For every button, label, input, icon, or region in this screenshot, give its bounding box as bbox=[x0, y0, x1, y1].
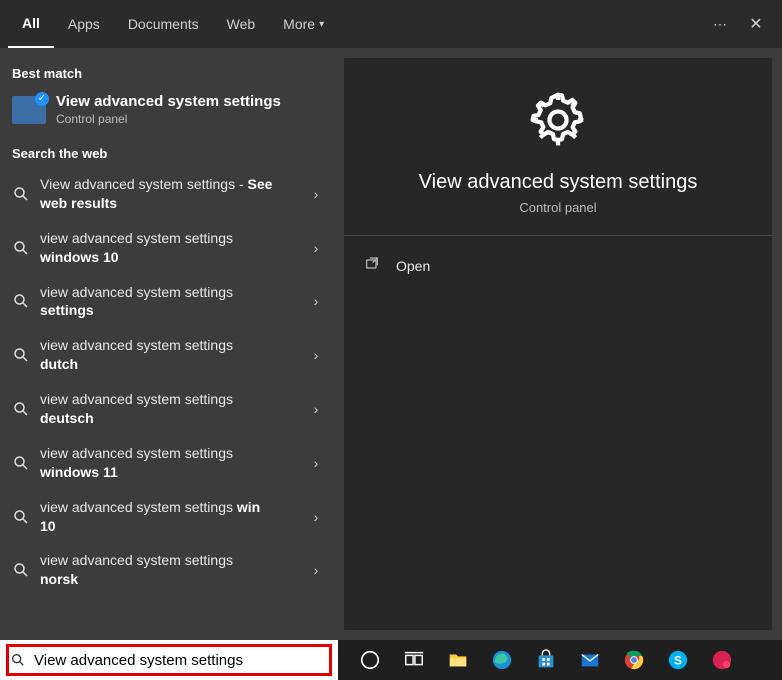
mail-icon[interactable] bbox=[578, 648, 602, 672]
preview-pane: View advanced system settings Control pa… bbox=[344, 58, 772, 630]
edge-icon[interactable] bbox=[490, 648, 514, 672]
skype-icon[interactable]: S bbox=[666, 648, 690, 672]
chevron-right-icon[interactable]: › bbox=[302, 401, 330, 417]
web-result-text: view advanced system settings settings bbox=[40, 283, 302, 321]
app-icon[interactable] bbox=[710, 648, 734, 672]
chevron-right-icon[interactable]: › bbox=[302, 293, 330, 309]
chevron-down-icon: ▾ bbox=[319, 19, 324, 30]
preview-subtitle: Control panel bbox=[519, 200, 596, 215]
tab-all[interactable]: All bbox=[8, 0, 54, 48]
tab-more[interactable]: More ▾ bbox=[269, 0, 338, 48]
close-icon[interactable]: ✕ bbox=[738, 14, 774, 34]
gear-icon bbox=[526, 88, 590, 157]
web-result-item[interactable]: view advanced system settings windows 10… bbox=[0, 221, 338, 275]
microsoft-store-icon[interactable] bbox=[534, 648, 558, 672]
web-result-text: View advanced system settings - See web … bbox=[40, 175, 302, 213]
results-list: Best match View advanced system settings… bbox=[0, 48, 338, 640]
web-result-text: view advanced system settings win 10 bbox=[40, 498, 302, 536]
more-options-icon[interactable]: ⋯ bbox=[702, 16, 738, 33]
taskbar-row: S bbox=[0, 640, 782, 680]
search-icon bbox=[0, 652, 30, 668]
web-result-item[interactable]: view advanced system settings win 10› bbox=[0, 490, 338, 544]
windows-search-panel: All Apps Documents Web More ▾ ⋯ ✕ Best m… bbox=[0, 0, 782, 640]
tab-apps[interactable]: Apps bbox=[54, 0, 114, 48]
task-view-icon[interactable] bbox=[402, 648, 426, 672]
web-result-text: view advanced system settings windows 11 bbox=[40, 444, 302, 482]
search-icon bbox=[12, 185, 30, 203]
search-box[interactable] bbox=[0, 640, 338, 680]
chrome-icon[interactable] bbox=[622, 648, 646, 672]
search-input[interactable] bbox=[30, 652, 338, 669]
tab-web[interactable]: Web bbox=[213, 0, 270, 48]
tab-documents[interactable]: Documents bbox=[114, 0, 213, 48]
section-search-web: Search the web bbox=[0, 136, 338, 167]
web-result-item[interactable]: view advanced system settings dutch› bbox=[0, 328, 338, 382]
chevron-right-icon[interactable]: › bbox=[302, 509, 330, 525]
open-icon bbox=[364, 256, 382, 275]
web-result-text: view advanced system settings dutch bbox=[40, 336, 302, 374]
web-result-text: view advanced system settings deutsch bbox=[40, 390, 302, 428]
chevron-right-icon[interactable]: › bbox=[302, 186, 330, 202]
svg-text:S: S bbox=[674, 654, 682, 668]
chevron-right-icon[interactable]: › bbox=[302, 455, 330, 471]
search-icon bbox=[12, 239, 30, 257]
tab-more-label: More bbox=[283, 16, 315, 32]
web-result-item[interactable]: view advanced system settings settings› bbox=[0, 275, 338, 329]
chevron-right-icon[interactable]: › bbox=[302, 347, 330, 363]
best-match-item[interactable]: View advanced system settings Control pa… bbox=[0, 87, 338, 136]
cortana-icon[interactable] bbox=[358, 648, 382, 672]
section-best-match: Best match bbox=[0, 56, 338, 87]
web-result-item[interactable]: view advanced system settings deutsch› bbox=[0, 382, 338, 436]
web-result-text: view advanced system settings windows 10 bbox=[40, 229, 302, 267]
filter-tab-bar: All Apps Documents Web More ▾ ⋯ ✕ bbox=[0, 0, 782, 48]
web-result-item[interactable]: View advanced system settings - See web … bbox=[0, 167, 338, 221]
search-icon bbox=[12, 561, 30, 579]
preview-title: View advanced system settings bbox=[419, 171, 698, 194]
best-match-subtitle: Control panel bbox=[56, 112, 281, 126]
search-icon bbox=[12, 292, 30, 310]
web-result-text: view advanced system settings norsk bbox=[40, 551, 302, 589]
taskbar: S bbox=[338, 648, 782, 672]
control-panel-icon bbox=[12, 96, 46, 124]
search-icon bbox=[12, 346, 30, 364]
chevron-right-icon[interactable]: › bbox=[302, 562, 330, 578]
web-result-item[interactable]: view advanced system settings norsk› bbox=[0, 543, 338, 597]
chevron-right-icon[interactable]: › bbox=[302, 240, 330, 256]
search-icon bbox=[12, 454, 30, 472]
search-icon bbox=[12, 400, 30, 418]
search-icon bbox=[12, 508, 30, 526]
web-result-item[interactable]: view advanced system settings windows 11… bbox=[0, 436, 338, 490]
best-match-title: View advanced system settings bbox=[56, 93, 281, 110]
action-open[interactable]: Open bbox=[352, 248, 764, 283]
file-explorer-icon[interactable] bbox=[446, 648, 470, 672]
action-open-label: Open bbox=[396, 258, 430, 274]
